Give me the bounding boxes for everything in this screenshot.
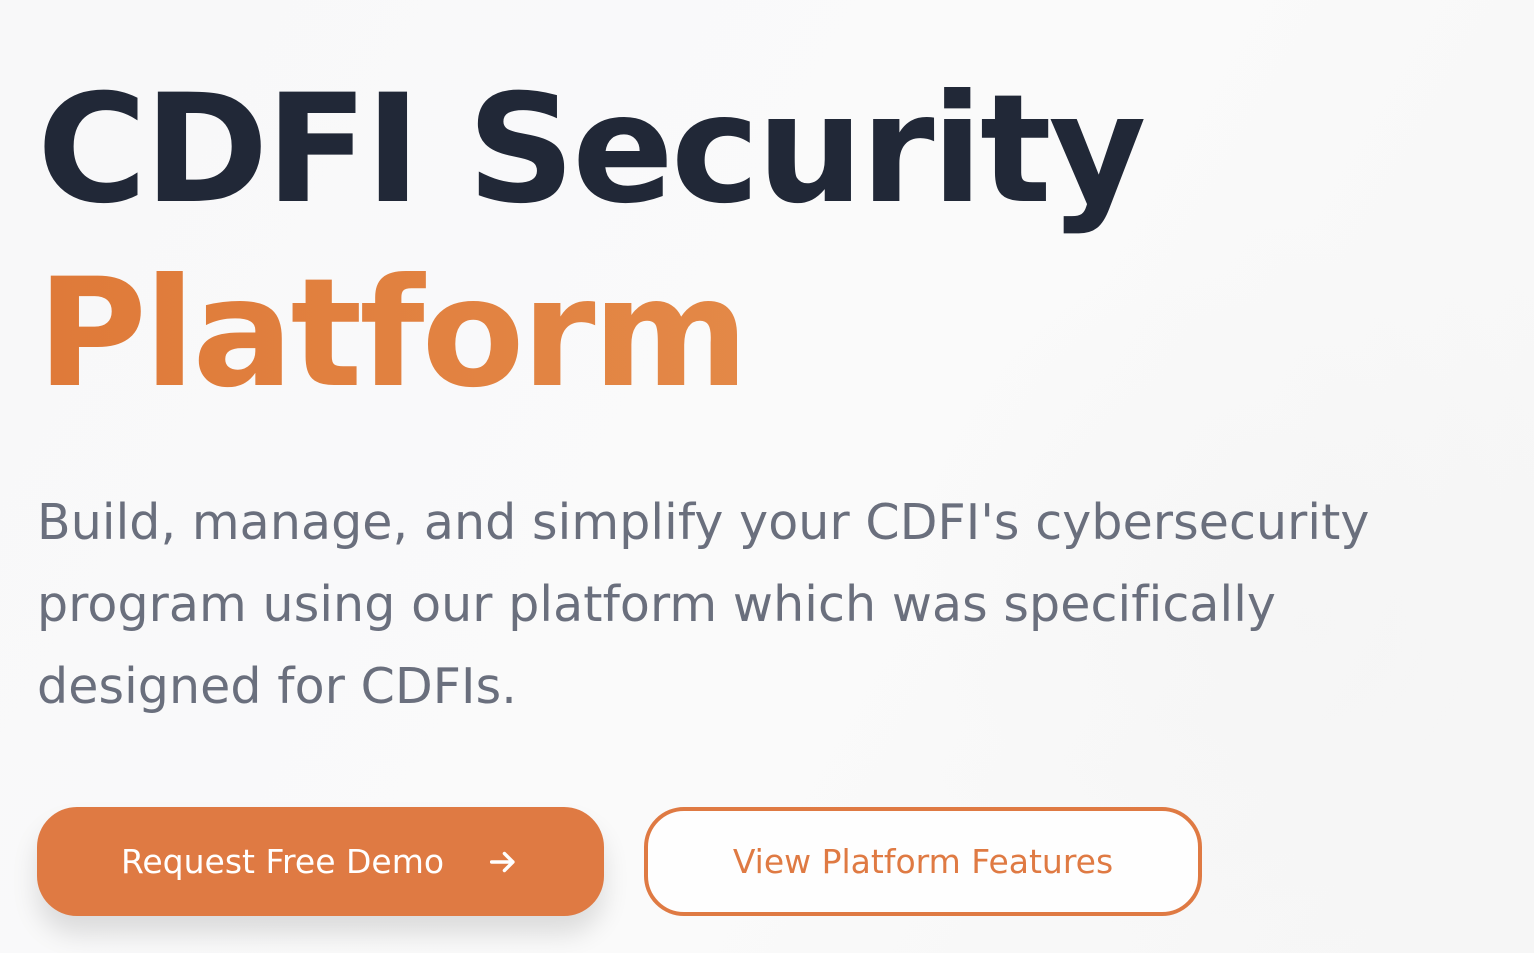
hero-title-line-2: Platform	[37, 242, 1143, 426]
hero-actions: Request Free Demo View Platform Features	[37, 807, 1202, 916]
view-platform-features-label: View Platform Features	[732, 842, 1114, 881]
view-platform-features-button[interactable]: View Platform Features	[644, 807, 1202, 916]
hero-title-line-1: CDFI Security	[37, 63, 1146, 237]
hero-title: CDFI Security Platform	[37, 58, 1146, 426]
arrow-right-icon	[486, 845, 520, 879]
hero-section: CDFI Security Platform Build, manage, an…	[37, 0, 1497, 953]
hero-subtitle: Build, manage, and simplify your CDFI's …	[37, 494, 1370, 715]
request-demo-label: Request Free Demo	[120, 842, 445, 881]
request-demo-button[interactable]: Request Free Demo	[37, 807, 604, 916]
